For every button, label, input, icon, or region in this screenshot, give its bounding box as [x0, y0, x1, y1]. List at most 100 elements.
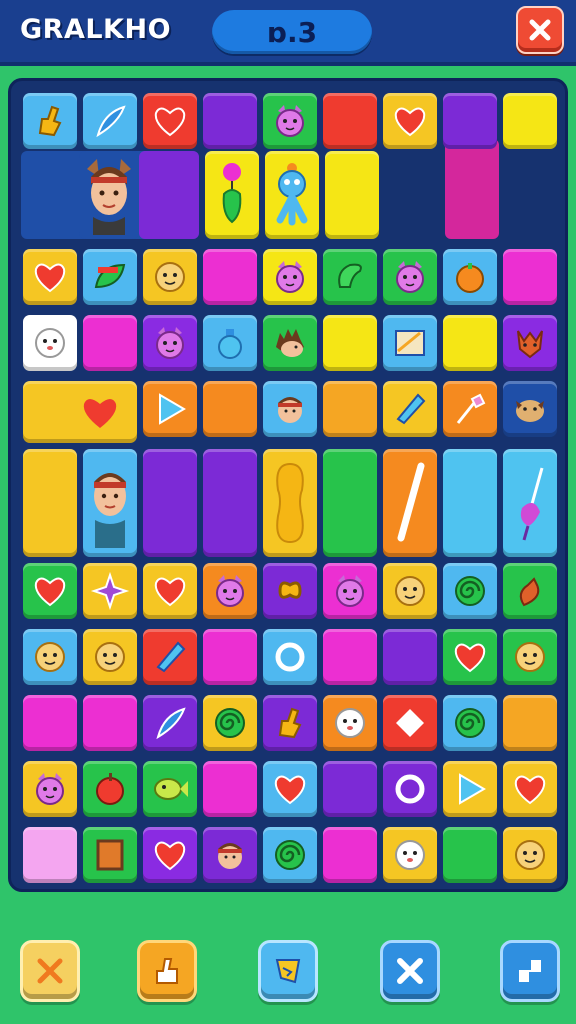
tall-spoon-tile[interactable]: [503, 449, 557, 557]
board-tile[interactable]: [443, 93, 497, 149]
board-tile[interactable]: [83, 563, 137, 619]
board-tile[interactable]: [23, 249, 77, 305]
board-tile[interactable]: [83, 761, 137, 817]
board-tile[interactable]: [83, 315, 137, 371]
board-tile[interactable]: [143, 827, 197, 883]
board-tile[interactable]: [143, 381, 197, 437]
board-tile[interactable]: [323, 827, 377, 883]
tall-cyan-tile[interactable]: [443, 449, 497, 557]
board-tile[interactable]: [23, 761, 77, 817]
board-tile[interactable]: [443, 249, 497, 305]
board-tile[interactable]: [443, 695, 497, 751]
board-tile[interactable]: [503, 827, 557, 883]
board-tile[interactable]: [203, 629, 257, 685]
board-tile[interactable]: [443, 761, 497, 817]
board-tile[interactable]: [503, 695, 557, 751]
board-tile[interactable]: [503, 629, 557, 685]
board-tile[interactable]: [23, 695, 77, 751]
close-button[interactable]: [516, 6, 564, 54]
tall-stick-tile[interactable]: [383, 449, 437, 557]
board-tile[interactable]: [323, 249, 377, 305]
tall-person-tile[interactable]: [83, 449, 137, 557]
yellow-tall-tile[interactable]: [325, 151, 379, 239]
board-tile[interactable]: [443, 629, 497, 685]
board-tile[interactable]: [263, 93, 317, 149]
board-tile[interactable]: [383, 695, 437, 751]
board-tile[interactable]: [83, 695, 137, 751]
board-tile[interactable]: [263, 563, 317, 619]
board-tile[interactable]: [503, 381, 557, 437]
board-tile[interactable]: [23, 563, 77, 619]
board-tile[interactable]: [203, 827, 257, 883]
board-tile[interactable]: [263, 315, 317, 371]
board-tile[interactable]: [323, 315, 377, 371]
board-tile[interactable]: [443, 827, 497, 883]
board-tile[interactable]: [143, 563, 197, 619]
board-tile[interactable]: [503, 563, 557, 619]
shuffle-button[interactable]: [380, 940, 440, 1002]
board-tile[interactable]: [323, 629, 377, 685]
cancel-button[interactable]: [20, 940, 80, 1002]
tall-purple-tile-1[interactable]: [143, 449, 197, 557]
board-tile[interactable]: [503, 761, 557, 817]
board-tile[interactable]: [203, 695, 257, 751]
board-tile[interactable]: [443, 381, 497, 437]
board-tile[interactable]: [323, 563, 377, 619]
creature-tile[interactable]: [265, 151, 319, 239]
board-tile[interactable]: [383, 381, 437, 437]
corner-button[interactable]: [500, 940, 560, 1002]
board-tile[interactable]: [263, 249, 317, 305]
tall-green-tile[interactable]: [323, 449, 377, 557]
board-tile[interactable]: [203, 315, 257, 371]
board-tile[interactable]: [23, 315, 77, 371]
board-tile[interactable]: [23, 629, 77, 685]
board-tile[interactable]: [263, 629, 317, 685]
board-tile[interactable]: [263, 695, 317, 751]
board-tile[interactable]: [143, 761, 197, 817]
board-tile[interactable]: [323, 93, 377, 149]
board-tile[interactable]: [503, 315, 557, 371]
balloon-tile[interactable]: [205, 151, 259, 239]
board-tile[interactable]: [503, 249, 557, 305]
card-button[interactable]: [258, 940, 318, 1002]
board-tile[interactable]: [383, 827, 437, 883]
board-tile[interactable]: [383, 93, 437, 149]
board-tile[interactable]: [143, 695, 197, 751]
board-tile[interactable]: [83, 93, 137, 149]
board-tile[interactable]: [383, 761, 437, 817]
character-portrait-tile[interactable]: [79, 151, 139, 239]
bottle-icon: [210, 323, 250, 363]
board-tile[interactable]: [83, 827, 137, 883]
board-tile[interactable]: [23, 827, 77, 883]
board-tile[interactable]: [143, 315, 197, 371]
board-tile[interactable]: [443, 563, 497, 619]
board-tile[interactable]: [383, 315, 437, 371]
tall-bean-tile[interactable]: [263, 449, 317, 557]
board-tile[interactable]: [203, 761, 257, 817]
tall-yellow-tile[interactable]: [23, 449, 77, 557]
board-tile[interactable]: [203, 93, 257, 149]
board-tile[interactable]: [203, 381, 257, 437]
board-tile[interactable]: [263, 761, 317, 817]
board-tile[interactable]: [143, 93, 197, 149]
wide-heart-tile[interactable]: [23, 381, 137, 443]
board-tile[interactable]: [383, 249, 437, 305]
board-tile[interactable]: [263, 381, 317, 437]
board-tile[interactable]: [443, 315, 497, 371]
board-tile[interactable]: [503, 93, 557, 149]
board-tile[interactable]: [263, 827, 317, 883]
board-tile[interactable]: [323, 695, 377, 751]
board-tile[interactable]: [143, 249, 197, 305]
board-tile[interactable]: [203, 249, 257, 305]
board-tile[interactable]: [323, 381, 377, 437]
board-tile[interactable]: [383, 563, 437, 619]
board-tile[interactable]: [383, 629, 437, 685]
board-tile[interactable]: [83, 629, 137, 685]
board-tile[interactable]: [23, 93, 77, 149]
hand-button[interactable]: [137, 940, 197, 1002]
board-tile[interactable]: [143, 629, 197, 685]
board-tile[interactable]: [323, 761, 377, 817]
board-tile[interactable]: [203, 563, 257, 619]
tall-purple-tile-2[interactable]: [203, 449, 257, 557]
board-tile[interactable]: [83, 249, 137, 305]
